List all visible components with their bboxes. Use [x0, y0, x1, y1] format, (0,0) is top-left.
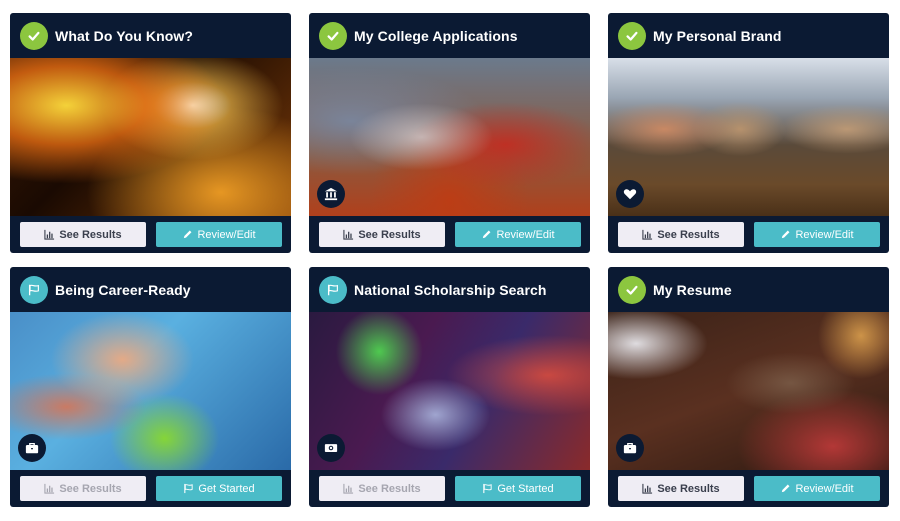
briefcase-icon [18, 434, 46, 462]
card-image[interactable] [309, 58, 590, 216]
check-icon [319, 21, 347, 50]
card-title[interactable]: My Personal Brand [653, 28, 782, 44]
card-footer: See Results Review/Edit [608, 216, 889, 253]
card-header: My Personal Brand [608, 13, 889, 58]
pencil-icon [184, 230, 192, 239]
card-title[interactable]: National Scholarship Search [354, 282, 547, 298]
card-image[interactable] [608, 312, 889, 470]
button-label: See Results [657, 228, 720, 241]
check-icon [618, 275, 646, 304]
button-label: Review/Edit [795, 482, 854, 495]
pencil-icon [782, 230, 790, 239]
card-image[interactable] [10, 312, 291, 470]
pencil-icon [782, 484, 790, 493]
card-national-scholarship-search: National Scholarship Search See Results … [309, 267, 590, 507]
bar-chart-icon [44, 483, 55, 494]
see-results-button[interactable]: See Results [319, 222, 445, 247]
money-icon [317, 434, 345, 462]
see-results-button[interactable]: See Results [618, 476, 744, 501]
card-header: What Do You Know? [10, 13, 291, 58]
get-started-button[interactable]: Get Started [455, 476, 581, 501]
button-label: See Results [657, 482, 720, 495]
see-results-button[interactable]: See Results [319, 476, 445, 501]
button-label: Get Started [497, 482, 554, 495]
review-edit-button[interactable]: Review/Edit [754, 476, 880, 501]
button-label: See Results [358, 482, 421, 495]
button-label: See Results [59, 228, 122, 241]
button-label: Review/Edit [496, 228, 555, 241]
button-label: See Results [59, 482, 122, 495]
card-my-college-applications: My College Applications See Results Revi… [309, 13, 590, 253]
flag-icon [20, 275, 48, 304]
institution-icon [317, 180, 345, 208]
get-started-button[interactable]: Get Started [156, 476, 282, 501]
see-results-button[interactable]: See Results [20, 222, 146, 247]
card-my-resume: My Resume See Results Review/Edit [608, 267, 889, 507]
bar-chart-icon [642, 483, 653, 494]
card-header: National Scholarship Search [309, 267, 590, 312]
bar-chart-icon [44, 229, 55, 240]
briefcase-icon [616, 434, 644, 462]
see-results-button[interactable]: See Results [618, 222, 744, 247]
card-image[interactable] [309, 312, 590, 470]
card-my-personal-brand: My Personal Brand See Results Review/Edi… [608, 13, 889, 253]
card-footer: See Results Get Started [10, 470, 291, 507]
button-label: Review/Edit [795, 228, 854, 241]
card-being-career-ready: Being Career-Ready See Results Get Start… [10, 267, 291, 507]
card-footer: See Results Get Started [309, 470, 590, 507]
review-edit-button[interactable]: Review/Edit [156, 222, 282, 247]
button-label: See Results [358, 228, 421, 241]
card-title[interactable]: Being Career-Ready [55, 282, 191, 298]
review-edit-button[interactable]: Review/Edit [455, 222, 581, 247]
card-what-do-you-know: What Do You Know? See Results Review/Edi… [10, 13, 291, 253]
flag-icon [319, 275, 347, 304]
flag-icon [483, 483, 492, 494]
heart-icon [616, 180, 644, 208]
button-label: Get Started [198, 482, 255, 495]
card-header: My Resume [608, 267, 889, 312]
card-title[interactable]: What Do You Know? [55, 28, 193, 44]
card-header: My College Applications [309, 13, 590, 58]
card-footer: See Results Review/Edit [309, 216, 590, 253]
card-title[interactable]: My Resume [653, 282, 732, 298]
bar-chart-icon [642, 229, 653, 240]
bar-chart-icon [343, 483, 354, 494]
card-header: Being Career-Ready [10, 267, 291, 312]
see-results-button[interactable]: See Results [20, 476, 146, 501]
check-icon [20, 21, 48, 50]
bar-chart-icon [343, 229, 354, 240]
pencil-icon [483, 230, 491, 239]
card-image[interactable] [608, 58, 889, 216]
card-title[interactable]: My College Applications [354, 28, 518, 44]
card-footer: See Results Review/Edit [10, 216, 291, 253]
button-label: Review/Edit [197, 228, 256, 241]
check-icon [618, 21, 646, 50]
flag-icon [184, 483, 193, 494]
review-edit-button[interactable]: Review/Edit [754, 222, 880, 247]
card-footer: See Results Review/Edit [608, 470, 889, 507]
card-image[interactable] [10, 58, 291, 216]
